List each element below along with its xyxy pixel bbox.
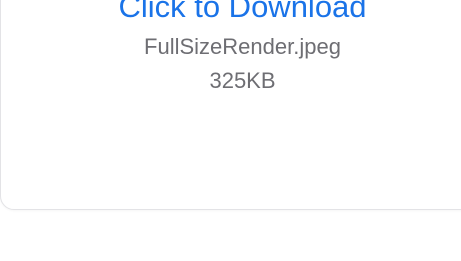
file-size: 325KB [209, 68, 276, 93]
file-name: FullSizeRender.jpeg [144, 34, 341, 59]
attachment-card[interactable] [0, 0, 461, 210]
download-link[interactable]: Click to Download [0, 0, 461, 26]
page: Click to Download FullSizeRender.jpeg 32… [0, 0, 461, 261]
